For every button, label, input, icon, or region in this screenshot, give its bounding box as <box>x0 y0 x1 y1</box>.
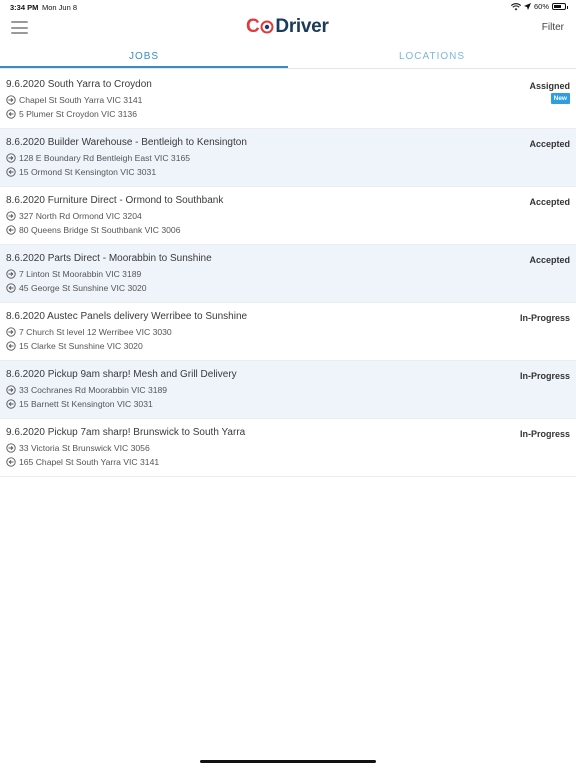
battery-icon <box>552 3 568 10</box>
app-logo: C Driver <box>246 16 329 38</box>
pickup-address: 7 Church St level 12 Werribee VIC 3030 <box>6 327 172 337</box>
pickup-address-text: 327 North Rd Ormond VIC 3204 <box>19 211 142 221</box>
job-row[interactable]: 8.6.2020 Austec Panels delivery Werribee… <box>0 303 576 361</box>
job-status: Assigned <box>529 81 570 91</box>
job-title: 9.6.2020 South Yarra to Croydon <box>6 79 152 90</box>
dropoff-address-text: 165 Chapel St South Yarra VIC 3141 <box>19 457 160 467</box>
job-status: Accepted <box>529 255 570 265</box>
status-bar: 3:34 PM Mon Jun 8 60% <box>0 0 576 14</box>
dropoff-address: 15 Barnett St Kensington VIC 3031 <box>6 399 153 409</box>
status-date: Mon Jun 8 <box>42 3 78 12</box>
hamburger-icon[interactable] <box>11 21 28 34</box>
nav-bar: C Driver Filter <box>0 14 576 42</box>
battery-percent: 60% <box>533 2 549 11</box>
dropoff-arrow-icon <box>6 167 16 177</box>
job-status: In-Progress <box>519 371 570 381</box>
dropoff-arrow-icon <box>6 109 16 119</box>
pickup-address: 33 Cochranes Rd Moorabbin VIC 3189 <box>6 385 167 395</box>
pickup-address: 7 Linton St Moorabbin VIC 3189 <box>6 269 141 279</box>
new-badge: New <box>550 93 570 104</box>
pickup-address: 33 Victoria St Brunswick VIC 3056 <box>6 443 150 453</box>
pickup-address-text: Chapel St South Yarra VIC 3141 <box>19 95 143 105</box>
dropoff-address: 15 Ormond St Kensington VIC 3031 <box>6 167 156 177</box>
pickup-address: 128 E Boundary Rd Bentleigh East VIC 316… <box>6 153 190 163</box>
tab-locations[interactable]: LOCATIONS <box>288 45 576 68</box>
dropoff-address-text: 15 Barnett St Kensington VIC 3031 <box>19 399 153 409</box>
job-row[interactable]: 9.6.2020 South Yarra to Croydon Chapel St… <box>0 71 576 129</box>
pickup-address: Chapel St South Yarra VIC 3141 <box>6 95 142 105</box>
dropoff-arrow-icon <box>6 457 16 467</box>
dropoff-address-text: 15 Ormond St Kensington VIC 3031 <box>19 167 157 177</box>
logo-target-icon <box>260 20 274 34</box>
job-title: 8.6.2020 Parts Direct - Moorabbin to Sun… <box>6 253 212 264</box>
job-row[interactable]: 8.6.2020 Builder Warehouse - Bentleigh t… <box>0 129 576 187</box>
pickup-arrow-icon <box>6 153 16 163</box>
pickup-address: 327 North Rd Ormond VIC 3204 <box>6 211 142 221</box>
pickup-arrow-icon <box>6 211 16 221</box>
pickup-arrow-icon <box>6 95 16 105</box>
dropoff-arrow-icon <box>6 341 16 351</box>
pickup-address-text: 33 Cochranes Rd Moorabbin VIC 3189 <box>19 385 168 395</box>
status-right: 60% <box>510 2 568 11</box>
dropoff-address: 5 Plumer St Croydon VIC 3136 <box>6 109 137 119</box>
job-row[interactable]: 9.6.2020 Pickup 7am sharp! Brunswick to … <box>0 419 576 477</box>
home-indicator <box>200 760 376 763</box>
dropoff-address-text: 5 Plumer St Croydon VIC 3136 <box>19 109 137 119</box>
job-row[interactable]: 8.6.2020 Furniture Direct - Ormond to So… <box>0 187 576 245</box>
dropoff-arrow-icon <box>6 399 16 409</box>
job-title: 8.6.2020 Builder Warehouse - Bentleigh t… <box>6 137 247 148</box>
pickup-arrow-icon <box>6 269 16 279</box>
pickup-address-text: 7 Linton St Moorabbin VIC 3189 <box>19 269 142 279</box>
pickup-address-text: 7 Church St level 12 Werribee VIC 3030 <box>19 327 172 337</box>
dropoff-address: 165 Chapel St South Yarra VIC 3141 <box>6 457 159 467</box>
dropoff-arrow-icon <box>6 283 16 293</box>
filter-button[interactable]: Filter <box>542 22 564 33</box>
job-status: Accepted <box>529 197 570 207</box>
job-title: 8.6.2020 Austec Panels delivery Werribee… <box>6 311 248 322</box>
job-status: Accepted <box>529 139 570 149</box>
job-row[interactable]: 8.6.2020 Parts Direct - Moorabbin to Sun… <box>0 245 576 303</box>
dropoff-address-text: 45 George St Sunshine VIC 3020 <box>19 283 147 293</box>
logo-driver: Driver <box>275 16 329 37</box>
pickup-arrow-icon <box>6 385 16 395</box>
dropoff-address: 15 Clarke St Sunshine VIC 3020 <box>6 341 143 351</box>
dropoff-address-text: 80 Queens Bridge St Southbank VIC 3006 <box>19 225 181 235</box>
status-time: 3:34 PM <box>10 3 39 12</box>
wifi-icon <box>510 2 521 10</box>
dropoff-address-text: 15 Clarke St Sunshine VIC 3020 <box>19 341 143 351</box>
pickup-address-text: 33 Victoria St Brunswick VIC 3056 <box>19 443 150 453</box>
dropoff-address: 80 Queens Bridge St Southbank VIC 3006 <box>6 225 180 235</box>
tab-bar: JOBS LOCATIONS <box>0 45 576 69</box>
tab-jobs[interactable]: JOBS <box>0 45 288 68</box>
dropoff-address: 45 George St Sunshine VIC 3020 <box>6 283 147 293</box>
job-title: 8.6.2020 Pickup 9am sharp! Mesh and Gril… <box>6 369 237 380</box>
dropoff-arrow-icon <box>6 225 16 235</box>
location-arrow-icon <box>523 3 531 10</box>
pickup-arrow-icon <box>6 443 16 453</box>
job-row[interactable]: 8.6.2020 Pickup 9am sharp! Mesh and Gril… <box>0 361 576 419</box>
job-status: In-Progress <box>519 313 570 323</box>
logo-c: C <box>246 16 260 37</box>
job-list: 9.6.2020 South Yarra to Croydon Chapel St… <box>0 71 576 477</box>
pickup-address-text: 128 E Boundary Rd Bentleigh East VIC 316… <box>19 153 191 163</box>
job-status: In-Progress <box>519 429 570 439</box>
pickup-arrow-icon <box>6 327 16 337</box>
job-title: 9.6.2020 Pickup 7am sharp! Brunswick to … <box>6 427 246 438</box>
job-title: 8.6.2020 Furniture Direct - Ormond to So… <box>6 195 224 206</box>
